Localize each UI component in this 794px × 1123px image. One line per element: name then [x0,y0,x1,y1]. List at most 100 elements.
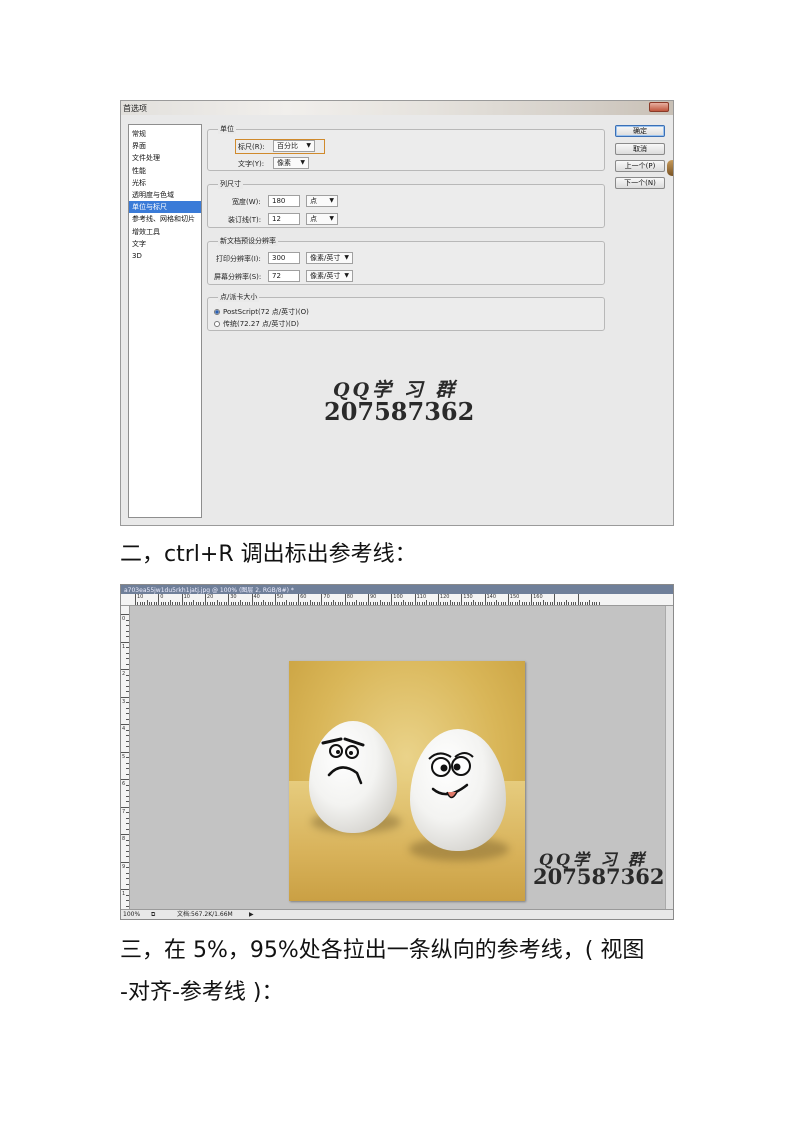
ruler-tick [428,602,430,605]
next-button[interactable]: 下一个(N) [615,177,665,189]
ruler-label: 70 [323,594,330,600]
ruler-unit-select[interactable]: 百分比 ▼ [273,140,315,152]
category-item-guides-grid[interactable]: 参考线、网格和切片 [129,213,201,225]
status-icon[interactable]: ⧉ [151,910,155,919]
previous-button[interactable]: 上一个(P) [615,160,665,172]
ruler-tick [514,602,516,605]
ruler-tick [126,680,129,681]
ruler-tick [505,602,507,605]
ruler-tick [126,867,129,868]
ruler-tick [580,602,582,605]
ruler-tick [587,602,589,605]
ruler-tick [547,602,549,605]
ruler-tick [554,594,556,605]
dialog-title: 首选项 [123,104,147,113]
print-resolution-input[interactable]: 300 [268,252,300,264]
ruler-tick [126,817,129,819]
ruler-tick [398,602,400,605]
horizontal-ruler[interactable]: 10 0 10 20 30 40 50 60 70 80 90 100 110 120 130 140 150 1… [121,594,673,606]
document-info: 文档:567.2K/1.66M [177,911,233,918]
ruler-tick [260,602,262,605]
ruler-tick [491,602,493,605]
ruler-tick [235,602,237,605]
ruler-tick [409,602,411,605]
ruler-tick [575,602,577,605]
type-label: 文字(Y): [238,160,265,168]
document-tab[interactable]: a703ea55jw1du5rkh1jatj.jpg @ 100% (图层 2,… [121,585,673,594]
ruler-tick [300,602,302,605]
zoom-level[interactable]: 100% [123,910,140,919]
column-width-unit-select[interactable]: 点 ▼ [306,195,338,207]
ruler-tick [400,602,402,605]
ruler-tick [368,594,369,605]
ruler-tick [126,713,129,714]
ruler-tick [209,602,211,605]
screen-resolution-unit-select[interactable]: 像素/英寸 ▼ [306,270,353,282]
ruler-tick [542,600,544,605]
ruler-tick [328,602,330,605]
ruler-label: 120 [439,594,450,600]
category-item-3d[interactable]: 3D [129,250,201,262]
print-resolution-unit-select[interactable]: 像素/英寸 ▼ [306,252,353,264]
ruler-tick [447,602,449,605]
vertical-scrollbar[interactable] [665,606,673,911]
ruler-tick [251,594,253,605]
ruler-tick [263,600,265,605]
ruler-tick [258,602,260,605]
traditional-radio[interactable]: 传统(72.27 点/英寸)(D) [214,319,299,329]
gutter-label: 装订线(T): [228,216,262,224]
category-item-units-rulers[interactable]: 单位与标尺 [129,201,201,214]
ruler-tick [419,602,421,605]
ruler-tick [414,594,416,605]
ruler-tick [126,872,129,874]
ruler-tick [482,602,484,605]
ruler-tick [126,718,129,720]
ruler-tick [291,602,293,605]
ruler-label: 10 [137,594,144,600]
ruler-tick [437,594,439,605]
ruler-label: 7 [122,808,126,815]
category-item-file-handling[interactable]: 文件处理 [129,152,201,164]
gutter-input[interactable]: 12 [268,213,300,225]
type-unit-value: 像素 [277,159,291,167]
close-icon[interactable] [649,102,669,112]
ruler-label: 5 [122,753,126,760]
ruler-tick [126,784,129,786]
category-item-transparency[interactable]: 透明度与色域 [129,189,201,201]
category-item-type[interactable]: 文字 [129,238,201,250]
ruler-tick [126,768,129,769]
category-item-plugins[interactable]: 增效工具 [129,226,201,238]
category-item-performance[interactable]: 性能 [129,165,201,177]
category-list: 常规 界面 文件处理 性能 光标 透明度与色域 单位与标尺 参考线、网格和切片 … [128,124,202,518]
vertical-ruler[interactable]: 0 1 2 3 4 5 6 7 8 9 1 [121,606,130,911]
screen-resolution-input[interactable]: 72 [268,270,300,282]
play-icon[interactable]: ▶ [249,910,254,919]
radio-unchecked-icon [214,321,220,327]
column-width-input[interactable]: 180 [268,195,300,207]
ruler-tick [465,602,467,605]
postscript-radio[interactable]: PostScript(72 点/英寸)(O) [214,307,309,317]
ruler-tick [598,602,600,605]
ruler-tick [126,828,129,830]
screen-resolution-unit: 像素/英寸 [310,272,341,280]
type-unit-select[interactable]: 像素 ▼ [273,157,309,169]
category-item-interface[interactable]: 界面 [129,140,201,152]
ruler-tick [223,602,225,605]
ok-button[interactable]: 确定 [615,125,665,137]
chevron-down-icon: ▼ [306,142,311,149]
category-item-general[interactable]: 常规 [129,128,201,140]
gutter-unit-select[interactable]: 点 ▼ [306,213,338,225]
ruler-tick [126,619,129,621]
ruler-tick [126,839,129,841]
ruler-tick [126,625,129,626]
ruler-label: 1 [122,891,126,897]
ruler-tick [244,602,246,605]
ruler-tick [121,724,129,725]
ruler-label: 140 [486,594,497,600]
category-item-cursors[interactable]: 光标 [129,177,201,189]
caption-step-2: 二，ctrl+R 调出标出参考线： [120,542,417,567]
ruler-label: 90 [370,594,377,600]
cancel-button[interactable]: 取消 [615,143,665,155]
ruler-tick [126,674,129,676]
column-width-unit: 点 [310,197,317,205]
